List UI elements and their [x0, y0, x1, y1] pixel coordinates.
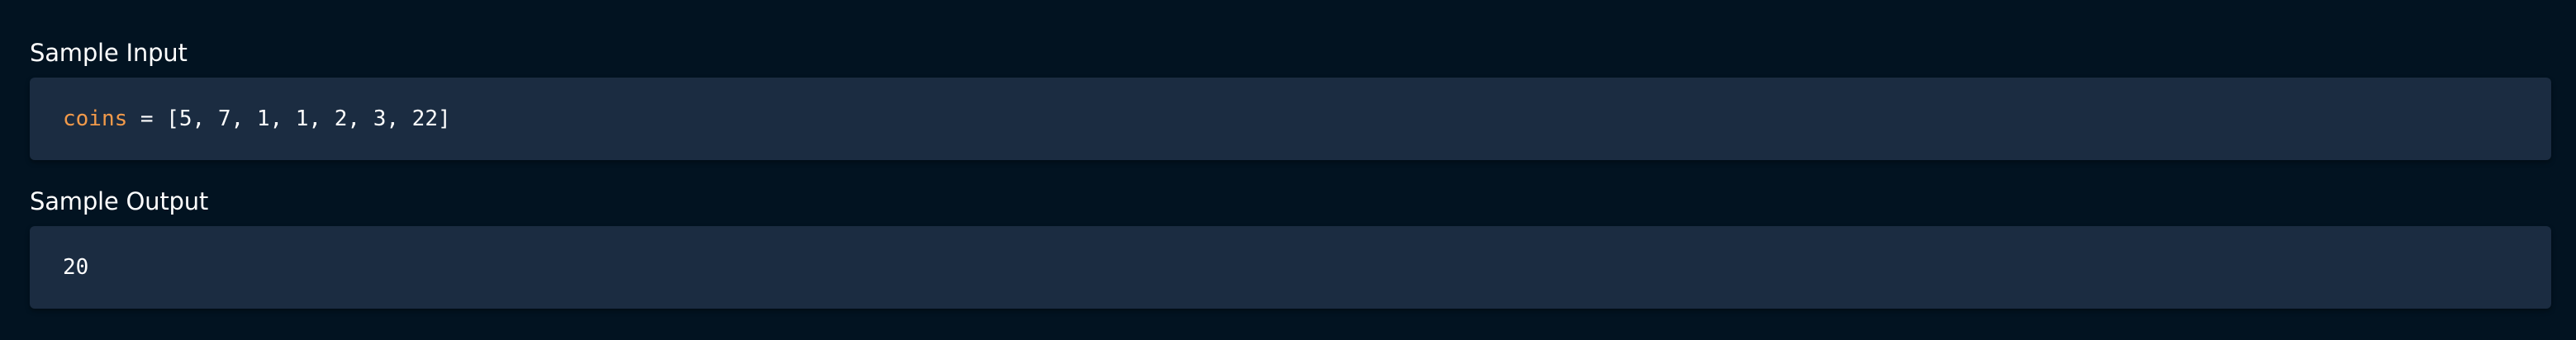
sample-output-code-block: 20: [30, 226, 2551, 309]
input-variable-name: coins: [63, 106, 128, 131]
input-assignment-operator: =: [127, 106, 167, 131]
sample-input-code-block: coins = [5, 7, 1, 1, 2, 3, 22]: [30, 78, 2551, 160]
input-array-value: [5, 7, 1, 1, 2, 3, 22]: [166, 106, 451, 131]
output-value: 20: [63, 255, 89, 280]
sample-output-heading: Sample Output: [30, 187, 209, 215]
sample-input-heading: Sample Input: [30, 39, 188, 67]
